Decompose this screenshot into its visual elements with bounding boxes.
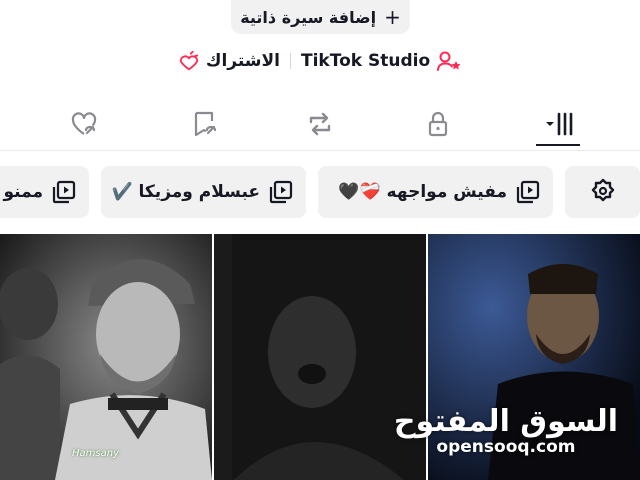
playlist-chip-label: ممنو	[3, 182, 43, 202]
add-bio-label: إضافة سيرة ذاتية	[240, 7, 377, 27]
playlist-chip-label: مفيش مواجهه ❤️‍🩹🖤	[338, 182, 507, 202]
heart-hidden-icon	[71, 112, 97, 135]
playlist-chip-3[interactable]: ممنو	[0, 166, 89, 218]
playlist-chip-2[interactable]: عبسلام ومزيكا ✔️	[101, 166, 306, 218]
subscribe-label: الاشتراك	[205, 51, 280, 71]
tab-reposts[interactable]	[290, 98, 350, 150]
playlist-chips: مفيش مواجهه ❤️‍🩹🖤 عبسلام ومزيكا ✔️ ممنو	[0, 166, 640, 220]
subscribe-icon	[179, 50, 199, 71]
lock-icon	[428, 111, 448, 137]
links-divider	[290, 53, 291, 69]
tab-liked[interactable]	[54, 98, 114, 150]
profile-links-row: الاشتراك TikTok Studio	[0, 44, 640, 78]
plus-icon: +	[384, 5, 401, 29]
watermark-latin: opensooq.com	[436, 437, 576, 457]
playlist-settings-button[interactable]	[565, 166, 640, 218]
tab-private[interactable]	[408, 98, 468, 150]
profile-tabs	[0, 98, 640, 151]
tab-videos[interactable]	[528, 98, 588, 150]
add-bio-button[interactable]: + إضافة سيرة ذاتية	[231, 0, 410, 34]
gear-icon	[591, 178, 614, 202]
subscribe-link[interactable]: الاشتراك	[178, 50, 280, 72]
watermark-arabic: السوق المفتوح	[393, 404, 618, 439]
video-caption: Hamsany	[72, 448, 119, 459]
repost-icon	[309, 112, 331, 136]
playlist-chip-label: عبسلام ومزيكا ✔️	[111, 182, 260, 202]
playlist-icon	[52, 180, 76, 204]
playlist-icon	[516, 180, 540, 204]
tiktok-studio-link[interactable]: TikTok Studio	[301, 50, 462, 72]
video-thumbnail-1[interactable]: Hamsany	[0, 234, 212, 480]
grid-icon	[546, 112, 573, 136]
bookmark-hidden-icon	[194, 111, 217, 137]
opensooq-watermark: السوق المفتوح opensooq.com	[394, 404, 618, 457]
video-thumbnail-image	[0, 234, 212, 480]
tab-favorites[interactable]	[174, 98, 234, 150]
tiktok-studio-label: TikTok Studio	[301, 51, 431, 71]
playlist-icon	[269, 180, 293, 204]
playlist-chip-1[interactable]: مفيش مواجهه ❤️‍🩹🖤	[318, 166, 553, 218]
studio-user-star-icon	[437, 51, 461, 71]
